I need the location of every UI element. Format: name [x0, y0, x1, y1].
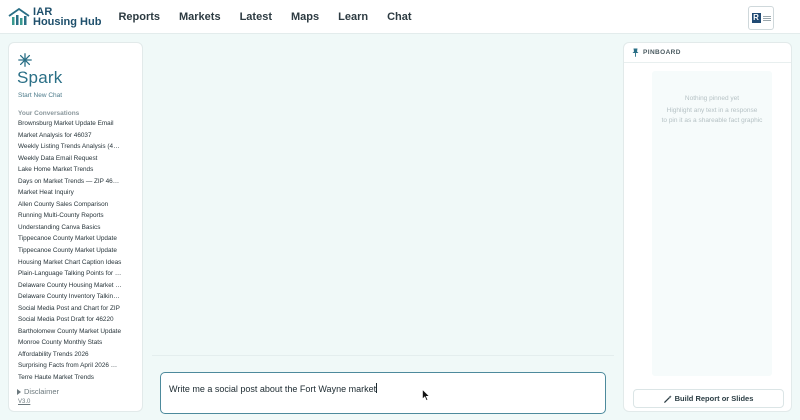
conversation-item[interactable]: Surprising Facts from April 2026 Market — [9, 360, 142, 372]
empty-state-title: Nothing pinned yet — [684, 95, 740, 102]
realtor-r-icon: R — [751, 13, 761, 23]
logo-line1: IAR — [33, 5, 53, 18]
disclaimer-label: Disclaimer — [24, 387, 60, 396]
conversation-item[interactable]: Social Media Post and Chart for ZIP — [9, 303, 142, 315]
chat-input-text: Write me a social post about the Fort Wa… — [169, 384, 377, 394]
conversation-item[interactable]: Monroe County Monthly Stats — [9, 337, 142, 349]
main-nav: Reports Markets Latest Maps Learn Chat — [118, 11, 430, 23]
empty-state-description: Highlight any text in a response to pin … — [652, 106, 772, 126]
logo-line2: Housing Hub — [33, 15, 102, 28]
conversation-item[interactable]: Delaware County Inventory Talking Points — [9, 291, 142, 303]
house-bars-icon — [8, 7, 30, 25]
pinboard-panel: PINBOARD Nothing pinned yet Highlight an… — [623, 42, 792, 412]
logo-text: IAR Housing Hub — [33, 5, 102, 28]
conversation-item[interactable]: Running Multi-County Reports — [9, 210, 142, 222]
nav-learn[interactable]: Learn — [338, 11, 368, 23]
conversation-item[interactable]: Market Heat Inquiry — [9, 187, 142, 199]
pinboard-title: PINBOARD — [643, 49, 681, 56]
magic-wand-icon — [663, 394, 672, 403]
conversation-list: Brownsburg Market Update Email Market Ana… — [9, 118, 142, 381]
empty-state-line2: to pin it as a shareable fact graphic — [661, 117, 763, 124]
chat-divider — [152, 355, 614, 356]
conversation-item[interactable]: Weekly Data Email Request — [9, 153, 142, 165]
conversation-item[interactable]: Social Media Post Draft for 46220 — [9, 314, 142, 326]
spark-title: Spark — [17, 68, 63, 87]
conversation-item[interactable]: Delaware County Housing Market Trends — [9, 280, 142, 292]
conversation-item[interactable]: Days on Market Trends — ZIP 46220 — [9, 176, 142, 188]
conversation-item[interactable]: Terre Haute Market Trends — [9, 372, 142, 381]
conversation-item[interactable]: Plain-Language Talking Points for Buyers — [9, 268, 142, 280]
version-link[interactable]: V3.0 — [18, 399, 30, 405]
asterisk-icon — [18, 53, 32, 67]
chat-input[interactable]: Write me a social post about the Fort Wa… — [160, 372, 606, 414]
conversations-heading: Your Conversations — [18, 110, 80, 117]
build-report-label: Build Report or Slides — [674, 394, 754, 403]
conversation-item[interactable]: Understanding Canva Basics — [9, 222, 142, 234]
conversation-item[interactable]: Tippecanoe County Market Update — [9, 233, 142, 245]
conversation-item[interactable]: Lake Home Market Trends — [9, 164, 142, 176]
conversation-item[interactable]: Housing Market Chart Caption Ideas — [9, 257, 142, 269]
conversation-item[interactable]: Allen County Sales Comparison — [9, 199, 142, 211]
conversation-item[interactable]: Market Analysis for 46037 — [9, 130, 142, 142]
start-new-chat-link[interactable]: Start New Chat — [18, 92, 62, 99]
housing-hub-logo[interactable]: IAR Housing Hub — [8, 0, 101, 34]
partner-logo-lines — [762, 15, 771, 22]
conversation-item[interactable]: Tippecanoe County Market Update — [9, 245, 142, 257]
nav-chat[interactable]: Chat — [387, 11, 411, 23]
conversation-item[interactable]: Weekly Listing Trends Analysis (46037) — [9, 141, 142, 153]
nav-markets[interactable]: Markets — [179, 11, 221, 23]
build-report-button[interactable]: Build Report or Slides — [633, 389, 784, 408]
conversation-item[interactable]: Affordability Trends 2026 — [9, 349, 142, 361]
nav-latest[interactable]: Latest — [240, 11, 272, 23]
conversation-sidebar: Spark Start New Chat Your Conversations … — [8, 42, 143, 412]
mouse-pointer-icon — [422, 389, 430, 401]
top-navigation-bar: IAR Housing Hub Reports Markets Latest M… — [0, 0, 800, 34]
conversation-item[interactable]: Brownsburg Market Update Email — [9, 118, 142, 130]
triangle-right-icon — [17, 388, 21, 395]
nav-maps[interactable]: Maps — [291, 11, 319, 23]
nav-reports[interactable]: Reports — [118, 11, 160, 23]
pin-icon — [632, 48, 639, 57]
disclaimer-toggle[interactable]: Disclaimer — [17, 387, 59, 396]
empty-state-line1: Highlight any text in a response — [666, 107, 758, 114]
pinboard-empty-state: Nothing pinned yet Highlight any text in… — [652, 71, 772, 376]
chat-area: Write me a social post about the Fort Wa… — [152, 42, 614, 414]
conversation-item[interactable]: Bartholomew County Market Update — [9, 326, 142, 338]
partner-logo[interactable]: R — [748, 6, 774, 30]
pinboard-header: PINBOARD — [624, 43, 791, 63]
text-caret — [376, 383, 378, 393]
